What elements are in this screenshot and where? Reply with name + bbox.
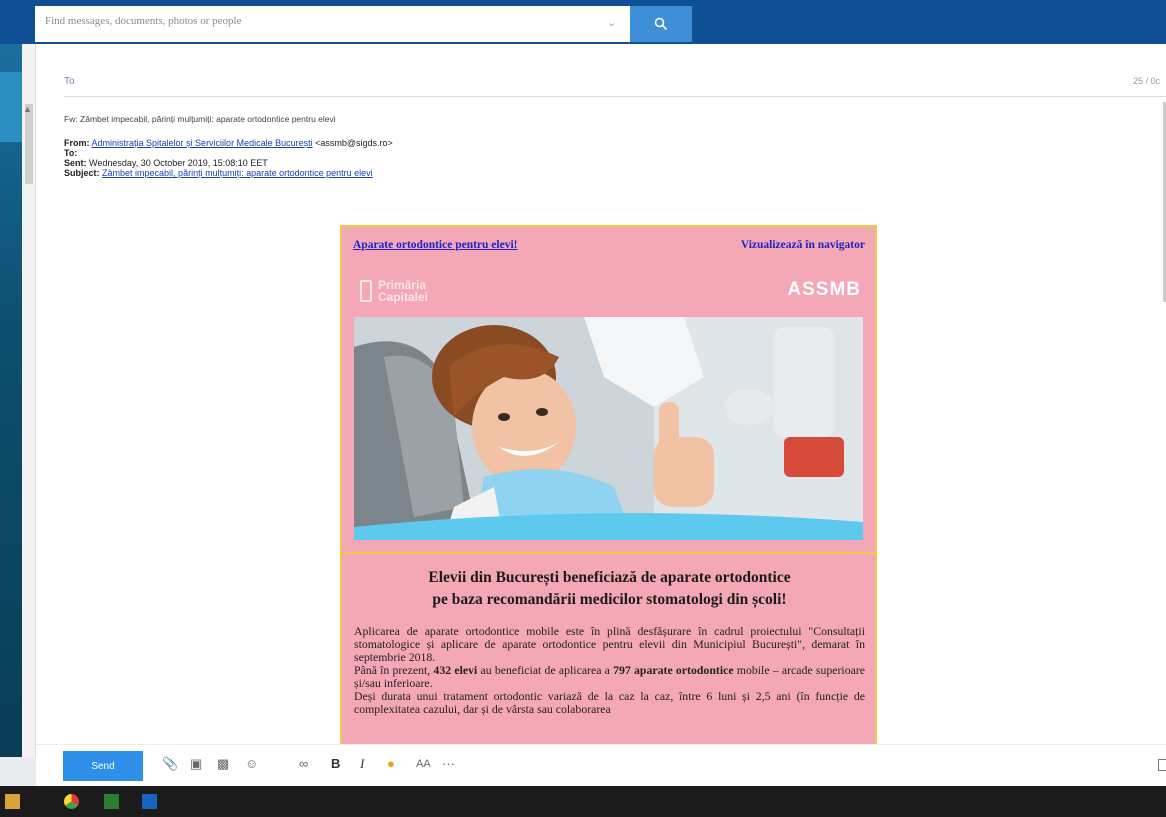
section-divider xyxy=(342,552,875,554)
scrollbar-thumb[interactable] xyxy=(25,104,33,184)
nav-highlight xyxy=(0,72,22,142)
emoji-icon[interactable]: ☺ xyxy=(245,757,258,771)
newsletter-headline: Elevii din București beneficiază de apar… xyxy=(352,567,867,611)
p2-text-c: au beneficiat de aplicarea a xyxy=(477,663,614,677)
body-paragraph-1: Aplicarea de aparate ortodontice mobile … xyxy=(354,624,865,664)
p2-bold-students: 432 elevi xyxy=(433,663,478,677)
hero-image xyxy=(354,317,863,540)
subject-label: Subject: xyxy=(64,168,100,178)
p2-text-a: Până în prezent, xyxy=(354,663,434,677)
primaria-logo: Primăria Capitalei xyxy=(360,279,438,303)
sent-label: Sent: xyxy=(64,158,87,168)
search-button[interactable] xyxy=(630,6,692,42)
search-box[interactable]: ⌄ xyxy=(35,6,630,42)
text-color-icon[interactable]: ● xyxy=(387,757,395,771)
store-icon[interactable] xyxy=(5,794,20,809)
body-paragraph-2: Până în prezent, 432 elevi au beneficiat… xyxy=(354,664,865,690)
newsletter: Aparate ortodontice pentru elevi! Vizual… xyxy=(340,225,877,757)
draft-status: 25 / 0c xyxy=(1132,76,1160,86)
word-icon[interactable] xyxy=(142,794,157,809)
assmb-logo: ASSMB xyxy=(787,279,861,301)
os-taskbar xyxy=(0,786,1166,817)
sent-value: Wednesday, 30 October 2019, 15:08:10 EET xyxy=(89,158,268,168)
excel-icon[interactable] xyxy=(104,794,119,809)
compose-toolbar: Send 📎 ▣ ▩ ☺ ∞ B I ● AA ··· xyxy=(36,744,1166,786)
more-options-button[interactable]: ··· xyxy=(442,757,455,771)
dentist-photo-illustration xyxy=(354,317,863,540)
top-bar: ⌄ xyxy=(0,0,1166,44)
forwarded-header: From: Administrația Spitalelor și Servic… xyxy=(64,138,393,178)
body-paragraph-3: Deși durata unui tratament ortodontic va… xyxy=(354,689,865,716)
left-scrollbar[interactable] xyxy=(22,44,36,757)
send-button[interactable]: Send xyxy=(63,751,143,781)
view-in-browser-link[interactable]: Vizualizează în navigator xyxy=(741,239,865,251)
search-icon xyxy=(654,17,668,31)
compose-pane: To 25 / 0c Fw: Zâmbet impecabil, părinți… xyxy=(36,44,1166,757)
headline-line-1: Elevii din București beneficiază de apar… xyxy=(428,569,791,586)
to-label: To: xyxy=(64,148,78,158)
subject-value[interactable]: Zâmbet impecabil, părinți mulțumiți: apa… xyxy=(102,168,373,178)
app-window: ⌄ ▲ To 25 / 0c Fw: Zâmbet impecabil, păr… xyxy=(0,0,1166,817)
primaria-mark-icon xyxy=(360,280,372,302)
font-size-button[interactable]: AA xyxy=(416,757,431,771)
search-input[interactable] xyxy=(45,15,585,27)
assmb-logo-text: ASSMB xyxy=(787,279,861,300)
to-field[interactable]: To xyxy=(64,76,75,87)
chrome-icon[interactable] xyxy=(64,794,79,809)
scroll-up-icon[interactable]: ▲ xyxy=(23,104,32,114)
p2-bold-devices: 797 aparate ortodontice xyxy=(613,663,734,677)
from-name-link[interactable]: Administrația Spitalelor și Serviciilor … xyxy=(92,138,313,148)
from-email: <assmb@sigds.ro> xyxy=(315,138,393,148)
chevron-down-icon[interactable]: ⌄ xyxy=(607,16,616,29)
headline-line-2: pe baza recomandării medicilor stomatolo… xyxy=(432,591,787,608)
attach-icon[interactable]: 📎 xyxy=(162,757,178,771)
newsletter-title-link[interactable]: Aparate ortodontice pentru elevi! xyxy=(353,239,517,251)
italic-button[interactable]: I xyxy=(360,757,364,771)
bold-button[interactable]: B xyxy=(331,757,340,771)
insert-file-icon[interactable]: ▩ xyxy=(217,757,229,771)
newsletter-body: Aplicarea de aparate ortodontice mobile … xyxy=(354,625,865,716)
subject-field[interactable]: Fw: Zâmbet impecabil, părinți mulțumiți:… xyxy=(64,114,336,124)
from-label: From: xyxy=(64,138,90,148)
divider xyxy=(64,96,1166,97)
link-icon[interactable]: ∞ xyxy=(299,757,308,771)
left-nav-strip xyxy=(0,44,22,757)
insert-image-icon[interactable]: ▣ xyxy=(190,757,202,771)
discard-icon[interactable] xyxy=(1158,759,1166,771)
primaria-logo-text: Primăria Capitalei xyxy=(378,278,429,304)
